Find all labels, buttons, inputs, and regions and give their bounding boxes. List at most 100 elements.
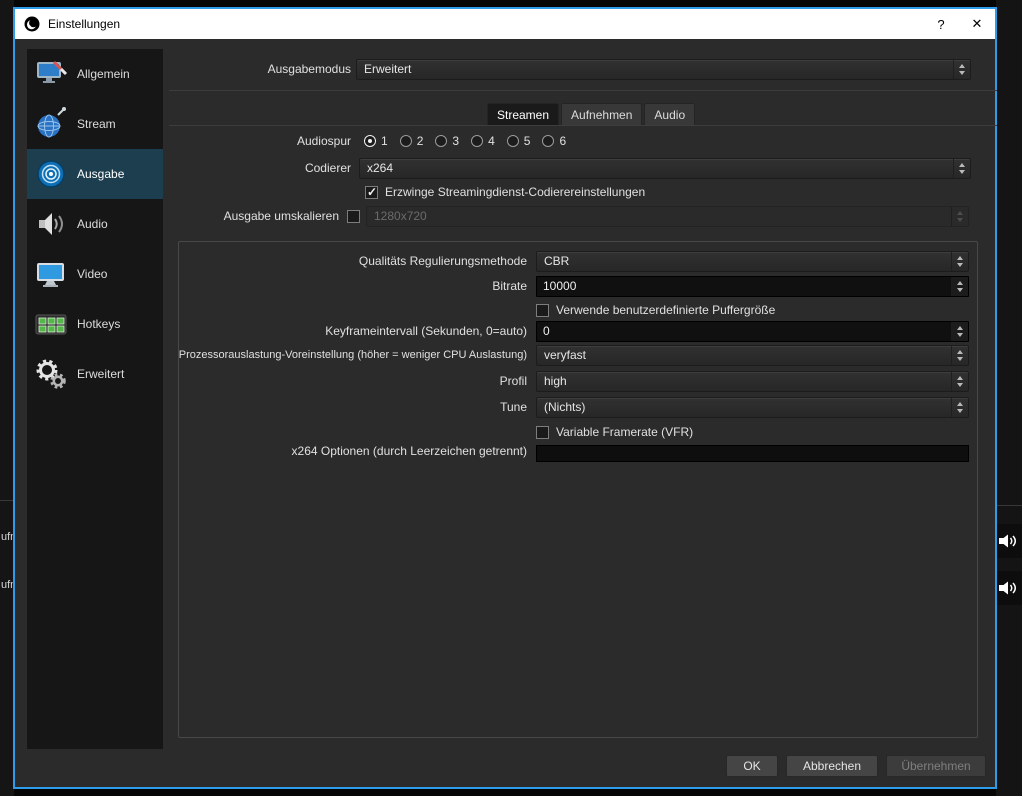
sidebar-item-label: Video bbox=[77, 267, 108, 281]
radio-option-3[interactable]: 3 bbox=[435, 134, 459, 148]
background-text-fragment: ufn bbox=[1, 531, 14, 543]
vfr-checkbox-row[interactable]: Variable Framerate (VFR) bbox=[536, 425, 693, 439]
speaker-icon bbox=[999, 534, 1016, 548]
radio-label: 6 bbox=[559, 134, 567, 148]
stream-icon bbox=[32, 105, 70, 143]
profile-select[interactable]: high bbox=[536, 371, 969, 392]
tab-streamen[interactable]: Streamen bbox=[487, 103, 560, 125]
sidebar-item-label: Allgemein bbox=[77, 67, 130, 81]
rate-control-select[interactable]: CBR bbox=[536, 251, 969, 272]
output-mode-label: Ausgabemodus bbox=[267, 62, 351, 76]
custom-buffer-checkbox-row[interactable]: Verwende benutzerdefinierte Puffergröße bbox=[536, 303, 775, 317]
encoder-value: x264 bbox=[367, 161, 394, 175]
encoder-select[interactable]: x264 bbox=[359, 158, 971, 179]
keyframe-value: 0 bbox=[543, 324, 550, 338]
spinner-arrows-icon bbox=[951, 322, 968, 341]
settings-window: Einstellungen ? ✕ Allgemein Stream Ausga… bbox=[14, 8, 997, 788]
cpu-preset-value: veryfast bbox=[544, 348, 587, 362]
mixer-row bbox=[996, 571, 1022, 605]
spinner-arrows-icon bbox=[951, 346, 968, 365]
rate-control-label: Qualitäts Regulierungsmethode bbox=[358, 254, 527, 268]
radio-label: 5 bbox=[523, 134, 531, 148]
vfr-label: Variable Framerate (VFR) bbox=[556, 425, 694, 439]
cancel-button[interactable]: Abbrechen bbox=[786, 755, 878, 777]
sidebar-item-video[interactable]: Video bbox=[27, 249, 163, 299]
sidebar-item-label: Audio bbox=[77, 217, 108, 231]
x264-options-input[interactable] bbox=[536, 445, 969, 462]
radio-icon bbox=[364, 135, 376, 147]
tabbar-divider bbox=[169, 125, 997, 126]
radio-option-4[interactable]: 4 bbox=[471, 134, 495, 148]
cpu-preset-select[interactable]: veryfast bbox=[536, 345, 969, 366]
spinner-arrows-icon bbox=[951, 207, 968, 226]
background-divider bbox=[996, 505, 1022, 506]
rate-control-value: CBR bbox=[544, 254, 570, 268]
mixer-row bbox=[996, 524, 1022, 558]
keyframe-label: Keyframeintervall (Sekunden, 0=auto) bbox=[325, 324, 527, 338]
tab-aufnehmen[interactable]: Aufnehmen bbox=[561, 103, 643, 125]
x264-options-label: x264 Optionen (durch Leerzeichen getrenn… bbox=[291, 444, 527, 458]
tune-select[interactable]: (Nichts) bbox=[536, 397, 969, 418]
advanced-icon bbox=[32, 355, 70, 393]
output-icon bbox=[32, 155, 70, 193]
tab-label: Aufnehmen bbox=[571, 107, 633, 122]
sidebar-item-label: Ausgabe bbox=[77, 167, 125, 181]
output-mode-value: Erweitert bbox=[364, 62, 412, 76]
radio-icon bbox=[506, 135, 519, 147]
tab-label: Audio bbox=[654, 107, 686, 122]
tab-audio[interactable]: Audio bbox=[644, 103, 696, 125]
radio-option-5[interactable]: 5 bbox=[506, 134, 531, 148]
tune-label: Tune bbox=[500, 400, 527, 414]
sidebar-item-erweitert[interactable]: Erweitert bbox=[27, 349, 163, 399]
radio-option-6[interactable]: 6 bbox=[542, 134, 566, 148]
spinner-arrows-icon bbox=[951, 277, 968, 296]
custom-buffer-label: Verwende benutzerdefinierte Puffergröße bbox=[556, 303, 776, 317]
speaker-icon bbox=[999, 581, 1016, 595]
spinner-arrows-icon bbox=[951, 252, 968, 271]
profile-value: high bbox=[544, 374, 567, 388]
sidebar-item-allgemein[interactable]: Allgemein bbox=[27, 49, 163, 99]
checkbox-icon[interactable] bbox=[365, 185, 378, 199]
bitrate-value: 10000 bbox=[543, 279, 577, 293]
audio-track-radio-group: 1 2 3 4 5 6 bbox=[364, 133, 566, 149]
radio-option-1[interactable]: 1 bbox=[364, 134, 388, 148]
close-button[interactable]: ✕ bbox=[959, 9, 995, 39]
settings-nav: Allgemein Stream Ausgabe Audio Video Hot… bbox=[27, 49, 163, 749]
profile-label: Profil bbox=[499, 374, 527, 388]
sidebar-item-stream[interactable]: Stream bbox=[27, 99, 163, 149]
titlebar[interactable]: Einstellungen ? ✕ bbox=[15, 9, 995, 39]
video-icon bbox=[32, 255, 70, 293]
output-tabbar: Streamen Aufnehmen Audio bbox=[487, 103, 696, 125]
bitrate-label: Bitrate bbox=[492, 279, 527, 293]
general-icon bbox=[32, 55, 70, 93]
output-mode-select[interactable]: Erweitert bbox=[356, 59, 971, 80]
keyframe-spinbox[interactable]: 0 bbox=[536, 321, 969, 342]
sidebar-item-ausgabe[interactable]: Ausgabe bbox=[27, 149, 163, 199]
rescale-resolution-select: 1280x720 bbox=[366, 206, 969, 227]
radio-icon bbox=[399, 135, 412, 147]
audio-track-label: Audiospur bbox=[296, 134, 351, 148]
tune-value: (Nichts) bbox=[544, 400, 586, 414]
rescale-resolution-value: 1280x720 bbox=[374, 209, 427, 223]
hotkeys-icon bbox=[32, 305, 70, 343]
desktop-background: ufn ufna bbox=[0, 0, 1022, 796]
radio-option-2[interactable]: 2 bbox=[399, 134, 423, 148]
enforce-settings-checkbox-row[interactable]: Erzwinge Streamingdienst-Codierereinstel… bbox=[365, 185, 645, 199]
background-strip-bottom bbox=[0, 788, 1022, 796]
background-divider bbox=[0, 500, 14, 501]
ok-button[interactable]: OK bbox=[726, 755, 778, 777]
checkbox-icon[interactable] bbox=[536, 303, 549, 317]
checkbox-icon[interactable] bbox=[536, 425, 549, 439]
sidebar-item-hotkeys[interactable]: Hotkeys bbox=[27, 299, 163, 349]
rescale-checkbox[interactable] bbox=[347, 210, 360, 223]
sidebar-item-audio[interactable]: Audio bbox=[27, 199, 163, 249]
radio-label: 4 bbox=[488, 134, 495, 148]
dialog-content: Allgemein Stream Ausgabe Audio Video Hot… bbox=[15, 39, 997, 787]
radio-icon bbox=[542, 135, 555, 147]
radio-icon bbox=[435, 135, 448, 147]
background-strip-top bbox=[0, 0, 1022, 8]
obs-logo-icon bbox=[24, 16, 40, 32]
help-button[interactable]: ? bbox=[923, 9, 959, 39]
bitrate-spinbox[interactable]: 10000 bbox=[536, 276, 969, 297]
background-strip-left: ufn ufna bbox=[0, 0, 14, 796]
